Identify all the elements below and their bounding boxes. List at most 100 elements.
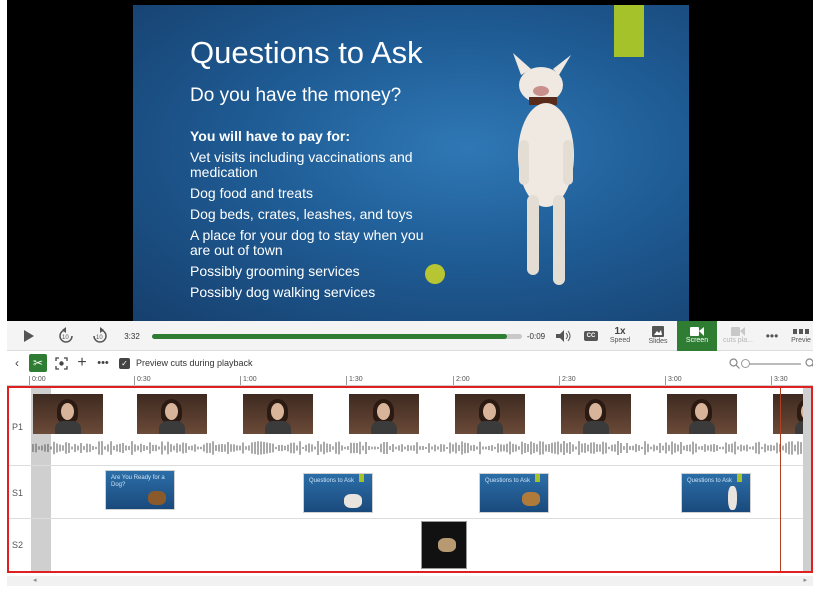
speed-label: Speed	[609, 337, 631, 344]
track-p1: P1	[9, 388, 811, 466]
video-editor: Questions to Ask Do you have the money? …	[0, 0, 813, 590]
focus-icon[interactable]	[52, 354, 70, 372]
screen-clip-thumbnail[interactable]	[421, 521, 467, 569]
slide-thumbnail[interactable]: Questions to Ask	[479, 473, 549, 513]
slide-list-heading: You will have to pay for:	[190, 128, 350, 144]
more-options-icon[interactable]: •••	[95, 354, 111, 372]
dog-image	[148, 491, 166, 505]
add-icon[interactable]: +	[74, 354, 90, 372]
ruler-tick: 2:30	[559, 376, 576, 385]
zoom-slider-handle[interactable]	[741, 359, 750, 368]
speed-button[interactable]: 1x Speed	[605, 321, 635, 351]
cc-icon: CC	[583, 331, 599, 341]
slide-bullet: Vet visits including vaccinations and me…	[190, 149, 413, 180]
preview-label: Previe	[791, 336, 811, 344]
ruler-tick: 3:30	[771, 376, 788, 385]
current-time: 3:32	[124, 331, 140, 341]
video-thumbnail[interactable]	[349, 394, 419, 434]
more-options-icon[interactable]: •••	[760, 321, 784, 351]
zoom-in-icon[interactable]	[803, 354, 813, 372]
ruler-tick: 2:00	[453, 376, 470, 385]
cursor-highlight	[425, 264, 445, 284]
trimmed-region	[31, 466, 51, 518]
scissors-icon[interactable]: ✂	[29, 354, 47, 372]
zoom-out-icon[interactable]	[727, 354, 741, 372]
track-label-s2: S2	[12, 540, 24, 550]
slide-bullet: A place for your dog to stay when you ar…	[190, 227, 424, 258]
scroll-left-icon[interactable]: ◂	[33, 576, 37, 584]
slide-accent-bar	[359, 474, 364, 482]
dog-image	[344, 494, 362, 508]
zoom-slider[interactable]	[741, 359, 801, 368]
slide-bullet: Possibly dog walking services	[190, 284, 376, 300]
svg-text:10: 10	[96, 335, 103, 341]
ruler-tick: 1:30	[346, 376, 363, 385]
video-thumbnail[interactable]	[33, 394, 103, 434]
video-preview[interactable]: Questions to Ask Do you have the money? …	[7, 0, 813, 321]
presentation-slide: Questions to Ask Do you have the money? …	[133, 5, 689, 321]
playhead[interactable]	[780, 388, 781, 571]
rewind-10-icon[interactable]: 10	[53, 321, 79, 351]
slides-label: Slides	[648, 338, 668, 345]
track-s1-body[interactable]: Are You Ready for a Dog? Questions to As…	[31, 466, 811, 518]
track-label-p1: P1	[12, 422, 24, 432]
slide-accent-bar	[535, 474, 540, 482]
video-thumbnail[interactable]	[455, 394, 525, 434]
slide-bullet: Dog food and treats	[190, 185, 313, 201]
horizontal-scrollbar[interactable]: ◂ ▸	[7, 576, 813, 586]
slide-bullet: Dog beds, crates, leashes, and toys	[190, 206, 413, 222]
slide-thumbnail[interactable]: Questions to Ask	[303, 473, 373, 513]
video-camera-icon	[690, 327, 704, 336]
slides-icon	[652, 326, 664, 337]
slide-bullet: Possibly grooming services	[190, 263, 360, 279]
dog-image	[513, 53, 574, 285]
track-label-s1: S1	[12, 487, 24, 498]
play-icon[interactable]	[19, 321, 39, 351]
trimmed-region-end	[803, 388, 811, 571]
slide-accent-bar	[614, 5, 644, 57]
dog-image	[728, 486, 737, 510]
ruler-tick: 1:00	[240, 376, 257, 385]
slide-bullet-list: Vet visits including vaccinations and me…	[190, 150, 440, 306]
screen-label: Screen	[685, 337, 709, 344]
video-thumbnail[interactable]	[243, 394, 313, 434]
track-p1-body[interactable]	[31, 388, 811, 465]
camera-icon	[731, 327, 745, 336]
camera-button[interactable]: cuts pla...	[720, 321, 756, 351]
chevron-left-icon[interactable]: ‹	[10, 354, 24, 372]
svg-text:10: 10	[62, 335, 69, 341]
slide-thumbnail-title: Questions to Ask	[687, 478, 733, 484]
track-s1: S1 Are You Ready for a Dog? Questions to…	[9, 466, 811, 519]
checkbox-checked-icon[interactable]: ✓	[119, 357, 130, 369]
camera-label: cuts pla...	[723, 337, 753, 344]
video-thumbnail[interactable]	[137, 394, 207, 434]
slide-thumbnail-title: Questions to Ask	[309, 478, 355, 484]
preview-cuts-toggle[interactable]: ✓ Preview cuts during playback	[119, 354, 269, 372]
preview-icon	[793, 328, 809, 334]
volume-icon[interactable]	[554, 321, 574, 351]
video-thumbnail[interactable]	[667, 394, 737, 434]
scroll-right-icon[interactable]: ▸	[803, 576, 807, 584]
closed-captions-button[interactable]: CC	[581, 321, 601, 351]
progress-fill	[152, 334, 508, 339]
slides-button[interactable]: Slides	[643, 321, 673, 351]
edit-toolbar: ‹ ✂ + ••• ✓ Preview cuts during playback	[7, 352, 813, 374]
slide-thumbnail-title: Questions to Ask	[485, 478, 531, 484]
forward-10-icon[interactable]: 10	[87, 321, 113, 351]
ruler-tick: 3:00	[665, 376, 682, 385]
slide-thumbnail[interactable]: Are You Ready for a Dog?	[105, 470, 175, 510]
track-s2-body[interactable]	[31, 519, 811, 571]
trimmed-region	[31, 519, 51, 571]
dog-image	[522, 492, 540, 506]
slide-subtitle: Do you have the money?	[190, 85, 402, 106]
timeline-tracks[interactable]: P1 S1 Are You Ready for a Dog? Questions…	[7, 386, 813, 573]
preview-cuts-label: Preview cuts during playback	[136, 358, 253, 368]
slide-thumbnail[interactable]: Questions to Ask	[681, 473, 751, 513]
timeline-ruler[interactable]: 0:00 0:30 1:00 1:30 2:00 2:30 3:00 3:30	[7, 374, 813, 386]
ruler-tick: 0:00	[29, 376, 46, 385]
screen-button[interactable]: Screen	[677, 321, 717, 351]
preview-button[interactable]: Previe	[789, 321, 813, 351]
video-thumbnail[interactable]	[561, 394, 631, 434]
progress-bar[interactable]	[152, 334, 522, 339]
audio-waveform	[32, 441, 811, 455]
